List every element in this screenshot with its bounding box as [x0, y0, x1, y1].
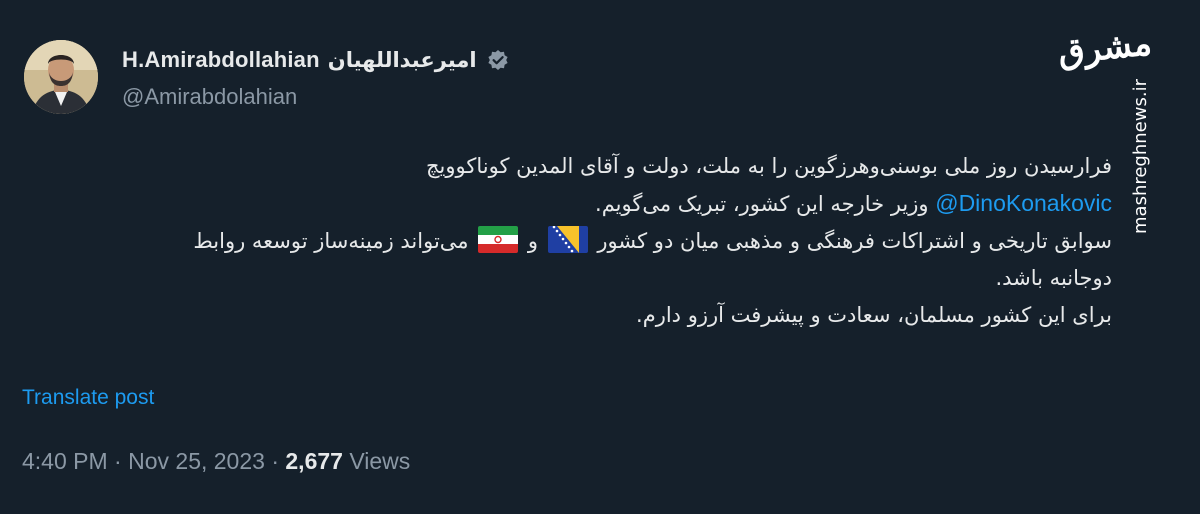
- author-handle[interactable]: @Amirabdolahian: [122, 84, 297, 110]
- watermark-url: mashreghnews.ir: [1130, 79, 1151, 234]
- iran-flag-icon: [478, 226, 519, 253]
- tweet-line-2-text: وزیر خارجه این کشور، تبریک می‌گویم.: [595, 192, 936, 216]
- views-count[interactable]: 2,677: [285, 448, 343, 474]
- tweet-body: فرارسیدن روز ملی بوسنی‌وهرزگوین را به مل…: [22, 148, 1112, 334]
- author-display-name[interactable]: H.Amirabdollahian: [122, 47, 320, 73]
- tweet-line-1: فرارسیدن روز ملی بوسنی‌وهرزگوین را به مل…: [425, 154, 1112, 178]
- avatar[interactable]: [24, 40, 98, 114]
- tweet-meta: 4:40 PM · Nov 25, 2023 · 2,677 Views: [22, 448, 410, 475]
- views-label: Views: [349, 448, 411, 474]
- meta-separator: ·: [114, 448, 122, 474]
- verified-badge-icon: [487, 49, 509, 71]
- tweet-card: H.Amirabdollahian امیرعبداللهیان @Amirab…: [0, 0, 1200, 514]
- author-display-name-fa[interactable]: امیرعبداللهیان: [328, 48, 477, 73]
- bosnia-flag-icon: [547, 226, 588, 253]
- tweet-line-3-part1: سوابق تاریخی و اشتراکات فرهنگی و مذهبی م…: [590, 229, 1112, 253]
- post-time[interactable]: 4:40 PM: [22, 448, 108, 474]
- tweet-line-5: برای این کشور مسلمان، سعادت و پیشرفت آرز…: [636, 303, 1112, 327]
- tweet-line-3-part2: می‌تواند زمینه‌ساز توسعه روابط: [193, 229, 476, 253]
- translate-post-link[interactable]: Translate post: [22, 386, 154, 410]
- profile-photo-icon: [24, 40, 98, 114]
- tweet-line-3-connector: و: [521, 229, 545, 253]
- mention-link[interactable]: @DinoKonakovic: [935, 190, 1112, 216]
- tweet-line-4: دوجانبه باشد.: [995, 266, 1112, 290]
- author-name-row: H.Amirabdollahian امیرعبداللهیان: [122, 44, 509, 76]
- meta-separator: ·: [271, 448, 279, 474]
- tweet-line-2: @DinoKonakovic وزیر خارجه این کشور، تبری…: [22, 185, 1112, 223]
- tweet-line-3: سوابق تاریخی و اشتراکات فرهنگی و مذهبی م…: [22, 223, 1112, 260]
- post-date[interactable]: Nov 25, 2023: [128, 448, 265, 474]
